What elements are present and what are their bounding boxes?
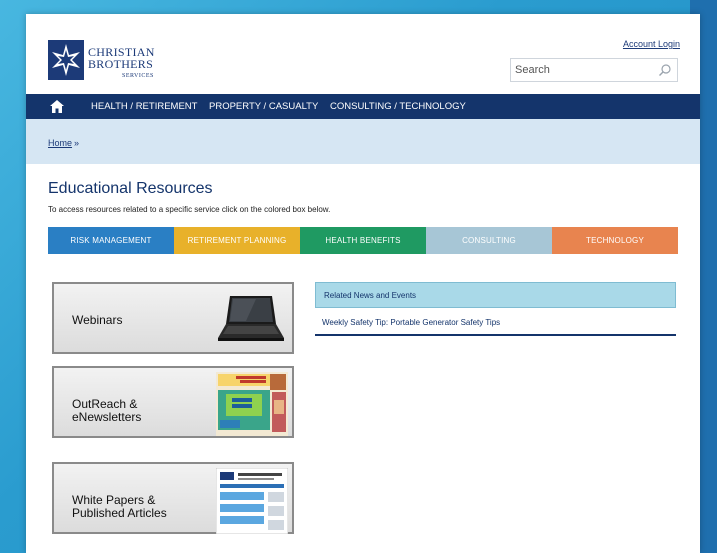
service-tab-consulting[interactable]: CONSULTING bbox=[426, 227, 552, 254]
main-navigation: HEALTH / RETIREMENT PROPERTY / CASUALTY … bbox=[26, 94, 700, 119]
related-news-heading: Related News and Events bbox=[324, 291, 417, 300]
resource-label: Webinars bbox=[72, 313, 123, 327]
service-tab-health-benefits[interactable]: HEALTH BENEFITS bbox=[300, 227, 426, 254]
search-input[interactable] bbox=[515, 62, 655, 78]
news-item-link[interactable]: Weekly Safety Tip: Portable Generator Sa… bbox=[322, 318, 500, 327]
account-login-link[interactable]: Account Login bbox=[623, 39, 680, 49]
resource-label: White Papers & Published Articles bbox=[72, 493, 167, 520]
company-logo[interactable]: CHRISTIAN BROTHERS SERVICES bbox=[48, 40, 188, 84]
article-thumbnail-icon bbox=[216, 468, 288, 534]
logo-star-icon bbox=[48, 40, 84, 80]
service-tab-label: RISK MANAGEMENT bbox=[70, 236, 152, 245]
search-box bbox=[510, 58, 678, 82]
newsletter-thumbnail-icon bbox=[216, 372, 288, 436]
related-news-header: Related News and Events bbox=[315, 282, 676, 308]
service-tab-label: HEALTH BENEFITS bbox=[325, 236, 401, 245]
service-tab-retirement-planning[interactable]: RETIREMENT PLANNING bbox=[174, 227, 300, 254]
service-tab-risk-management[interactable]: RISK MANAGEMENT bbox=[48, 227, 174, 254]
logo-line-3: SERVICES bbox=[122, 73, 154, 79]
service-bar: RISK MANAGEMENT RETIREMENT PLANNING HEAL… bbox=[48, 227, 678, 254]
breadcrumb: Home » bbox=[26, 119, 700, 164]
page-title: Educational Resources bbox=[48, 180, 213, 197]
logo-wordmark: CHRISTIAN BROTHERS SERVICES bbox=[88, 46, 155, 82]
home-icon[interactable] bbox=[50, 100, 64, 113]
nav-item-consulting-technology[interactable]: CONSULTING / TECHNOLOGY bbox=[330, 101, 466, 112]
divider bbox=[315, 334, 676, 336]
resource-outreach-enewsletters[interactable]: OutReach & eNewsletters bbox=[52, 366, 294, 438]
page-subtitle: To access resources related to a specifi… bbox=[48, 205, 331, 214]
logo-line-2: BROTHERS bbox=[88, 57, 154, 71]
resource-label: OutReach & eNewsletters bbox=[72, 397, 142, 424]
breadcrumb-home-link[interactable]: Home bbox=[48, 138, 72, 148]
nav-item-health-retirement[interactable]: HEALTH / RETIREMENT bbox=[91, 101, 197, 112]
laptop-icon bbox=[218, 296, 284, 341]
service-tab-label: TECHNOLOGY bbox=[585, 236, 644, 245]
web-page: CHRISTIAN BROTHERS SERVICES Account Logi… bbox=[26, 14, 700, 553]
resource-white-papers[interactable]: White Papers & Published Articles bbox=[52, 462, 294, 534]
service-tab-label: RETIREMENT PLANNING bbox=[187, 236, 287, 245]
breadcrumb-separator: » bbox=[74, 138, 80, 148]
resource-webinars[interactable]: Webinars bbox=[52, 282, 294, 354]
service-tab-label: CONSULTING bbox=[462, 236, 516, 245]
search-icon[interactable] bbox=[658, 63, 672, 77]
nav-item-property-casualty[interactable]: PROPERTY / CASUALTY bbox=[209, 101, 318, 112]
service-tab-technology[interactable]: TECHNOLOGY bbox=[552, 227, 678, 254]
